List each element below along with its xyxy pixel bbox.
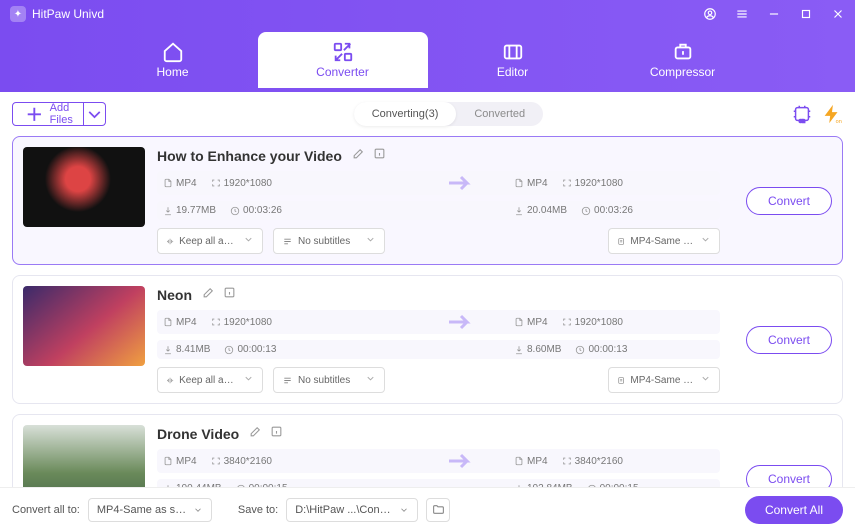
video-list: How to Enhance your Video MP4 1920*1080 … (0, 136, 855, 487)
video-card[interactable]: How to Enhance your Video MP4 1920*1080 … (12, 136, 843, 265)
add-files-button[interactable]: Add Files (12, 102, 84, 126)
add-files-label: Add Files (50, 102, 73, 126)
video-thumbnail[interactable] (23, 286, 145, 366)
dst-resolution: 1920*1080 (562, 178, 623, 189)
dst-size: 102.84MB (514, 483, 573, 487)
folder-icon (432, 503, 445, 516)
info-icon[interactable] (270, 425, 283, 443)
toolbar: Add Files Converting(3) Converted on on (0, 92, 855, 136)
compressor-icon (672, 41, 694, 63)
subtitle-select[interactable]: No subtitles (273, 228, 385, 254)
src-format: MP4 (163, 178, 197, 189)
editor-icon (502, 41, 524, 63)
src-format: MP4 (163, 456, 197, 467)
tab-home-label: Home (156, 65, 188, 79)
src-size: 8.41MB (163, 344, 210, 355)
converter-icon (332, 41, 354, 63)
tab-editor-label: Editor (497, 65, 528, 79)
seg-converted[interactable]: Converted (456, 102, 543, 126)
dst-size: 8.60MB (514, 344, 561, 355)
convert-button[interactable]: Convert (746, 326, 832, 354)
chevron-down-icon (193, 505, 203, 515)
convert-all-button[interactable]: Convert All (745, 496, 843, 524)
tab-compressor[interactable]: Compressor (598, 32, 768, 88)
output-format-select[interactable]: MP4-Same as so... (608, 228, 720, 254)
src-resolution: 1920*1080 (211, 317, 272, 328)
lightning-icon[interactable]: on (821, 103, 843, 125)
tab-home[interactable]: Home (88, 32, 258, 88)
convert-button[interactable]: Convert (746, 187, 832, 215)
app-title: HitPaw Univd (32, 7, 703, 21)
add-files-dropdown[interactable] (84, 102, 106, 126)
tab-compressor-label: Compressor (650, 65, 715, 79)
home-icon (162, 41, 184, 63)
dst-duration: 00:00:15 (587, 483, 639, 487)
save-path-select[interactable]: D:\HitPaw ...\Converted (286, 498, 418, 522)
dst-duration: 00:03:26 (581, 205, 633, 216)
video-title: Neon (157, 287, 192, 303)
convert-all-format-value: MP4-Same as source (97, 504, 187, 516)
svg-text:on: on (836, 119, 842, 125)
convert-all-to-label: Convert all to: (12, 504, 80, 516)
save-to-label: Save to: (238, 504, 278, 516)
src-size: 19.77MB (163, 205, 216, 216)
convert-button[interactable]: Convert (746, 465, 832, 488)
video-title: Drone Video (157, 426, 239, 442)
footer: Convert all to: MP4-Same as source Save … (0, 487, 855, 531)
output-format-select[interactable]: MP4-Same as so... (608, 367, 720, 393)
dst-resolution: 3840*2160 (562, 456, 623, 467)
app-logo-icon: ✦ (10, 6, 26, 22)
chevron-down-icon (399, 505, 409, 515)
src-resolution: 3840*2160 (211, 456, 272, 467)
dst-format: MP4 (514, 456, 548, 467)
chevron-down-icon (84, 104, 105, 125)
src-duration: 00:00:15 (236, 483, 288, 487)
src-duration: 00:03:26 (230, 205, 282, 216)
tab-converter[interactable]: Converter (258, 32, 428, 88)
status-segment: Converting(3) Converted (354, 102, 543, 126)
account-icon[interactable] (703, 7, 717, 21)
dst-size: 20.04MB (514, 205, 567, 216)
video-thumbnail[interactable] (23, 147, 145, 227)
arrow-icon (403, 175, 514, 191)
edit-title-icon[interactable] (352, 147, 365, 165)
arrow-icon (403, 453, 514, 469)
save-path-value: D:\HitPaw ...\Converted (295, 504, 393, 516)
dst-duration: 00:00:13 (575, 344, 627, 355)
edit-title-icon[interactable] (202, 286, 215, 304)
titlebar: ✦ HitPaw Univd (0, 0, 855, 28)
tab-editor[interactable]: Editor (428, 32, 598, 88)
src-resolution: 1920*1080 (211, 178, 272, 189)
main-nav: Home Converter Editor Compressor (0, 28, 855, 92)
video-card[interactable]: Neon MP4 1920*1080 MP4 1920*1080 (12, 275, 843, 404)
dst-format: MP4 (514, 178, 548, 189)
plus-icon (23, 103, 46, 126)
src-size: 100.44MB (163, 483, 222, 487)
maximize-icon[interactable] (799, 7, 813, 21)
info-icon[interactable] (223, 286, 236, 304)
audio-track-select[interactable]: Keep all audio tr... (157, 228, 263, 254)
dst-format: MP4 (514, 317, 548, 328)
audio-track-select[interactable]: Keep all audio tr... (157, 367, 263, 393)
info-icon[interactable] (373, 147, 386, 165)
seg-converting[interactable]: Converting(3) (354, 102, 457, 126)
edit-title-icon[interactable] (249, 425, 262, 443)
video-title: How to Enhance your Video (157, 148, 342, 164)
src-duration: 00:00:13 (224, 344, 276, 355)
arrow-icon (403, 314, 514, 330)
svg-text:on: on (799, 118, 805, 124)
close-icon[interactable] (831, 7, 845, 21)
open-folder-button[interactable] (426, 498, 450, 522)
video-card[interactable]: Drone Video MP4 3840*2160 MP4 3840*2160 (12, 414, 843, 487)
video-thumbnail[interactable] (23, 425, 145, 487)
subtitle-select[interactable]: No subtitles (273, 367, 385, 393)
tab-converter-label: Converter (316, 65, 369, 79)
dst-resolution: 1920*1080 (562, 317, 623, 328)
hardware-accel-icon[interactable]: on (791, 103, 813, 125)
convert-all-format-select[interactable]: MP4-Same as source (88, 498, 212, 522)
menu-icon[interactable] (735, 7, 749, 21)
src-format: MP4 (163, 317, 197, 328)
minimize-icon[interactable] (767, 7, 781, 21)
